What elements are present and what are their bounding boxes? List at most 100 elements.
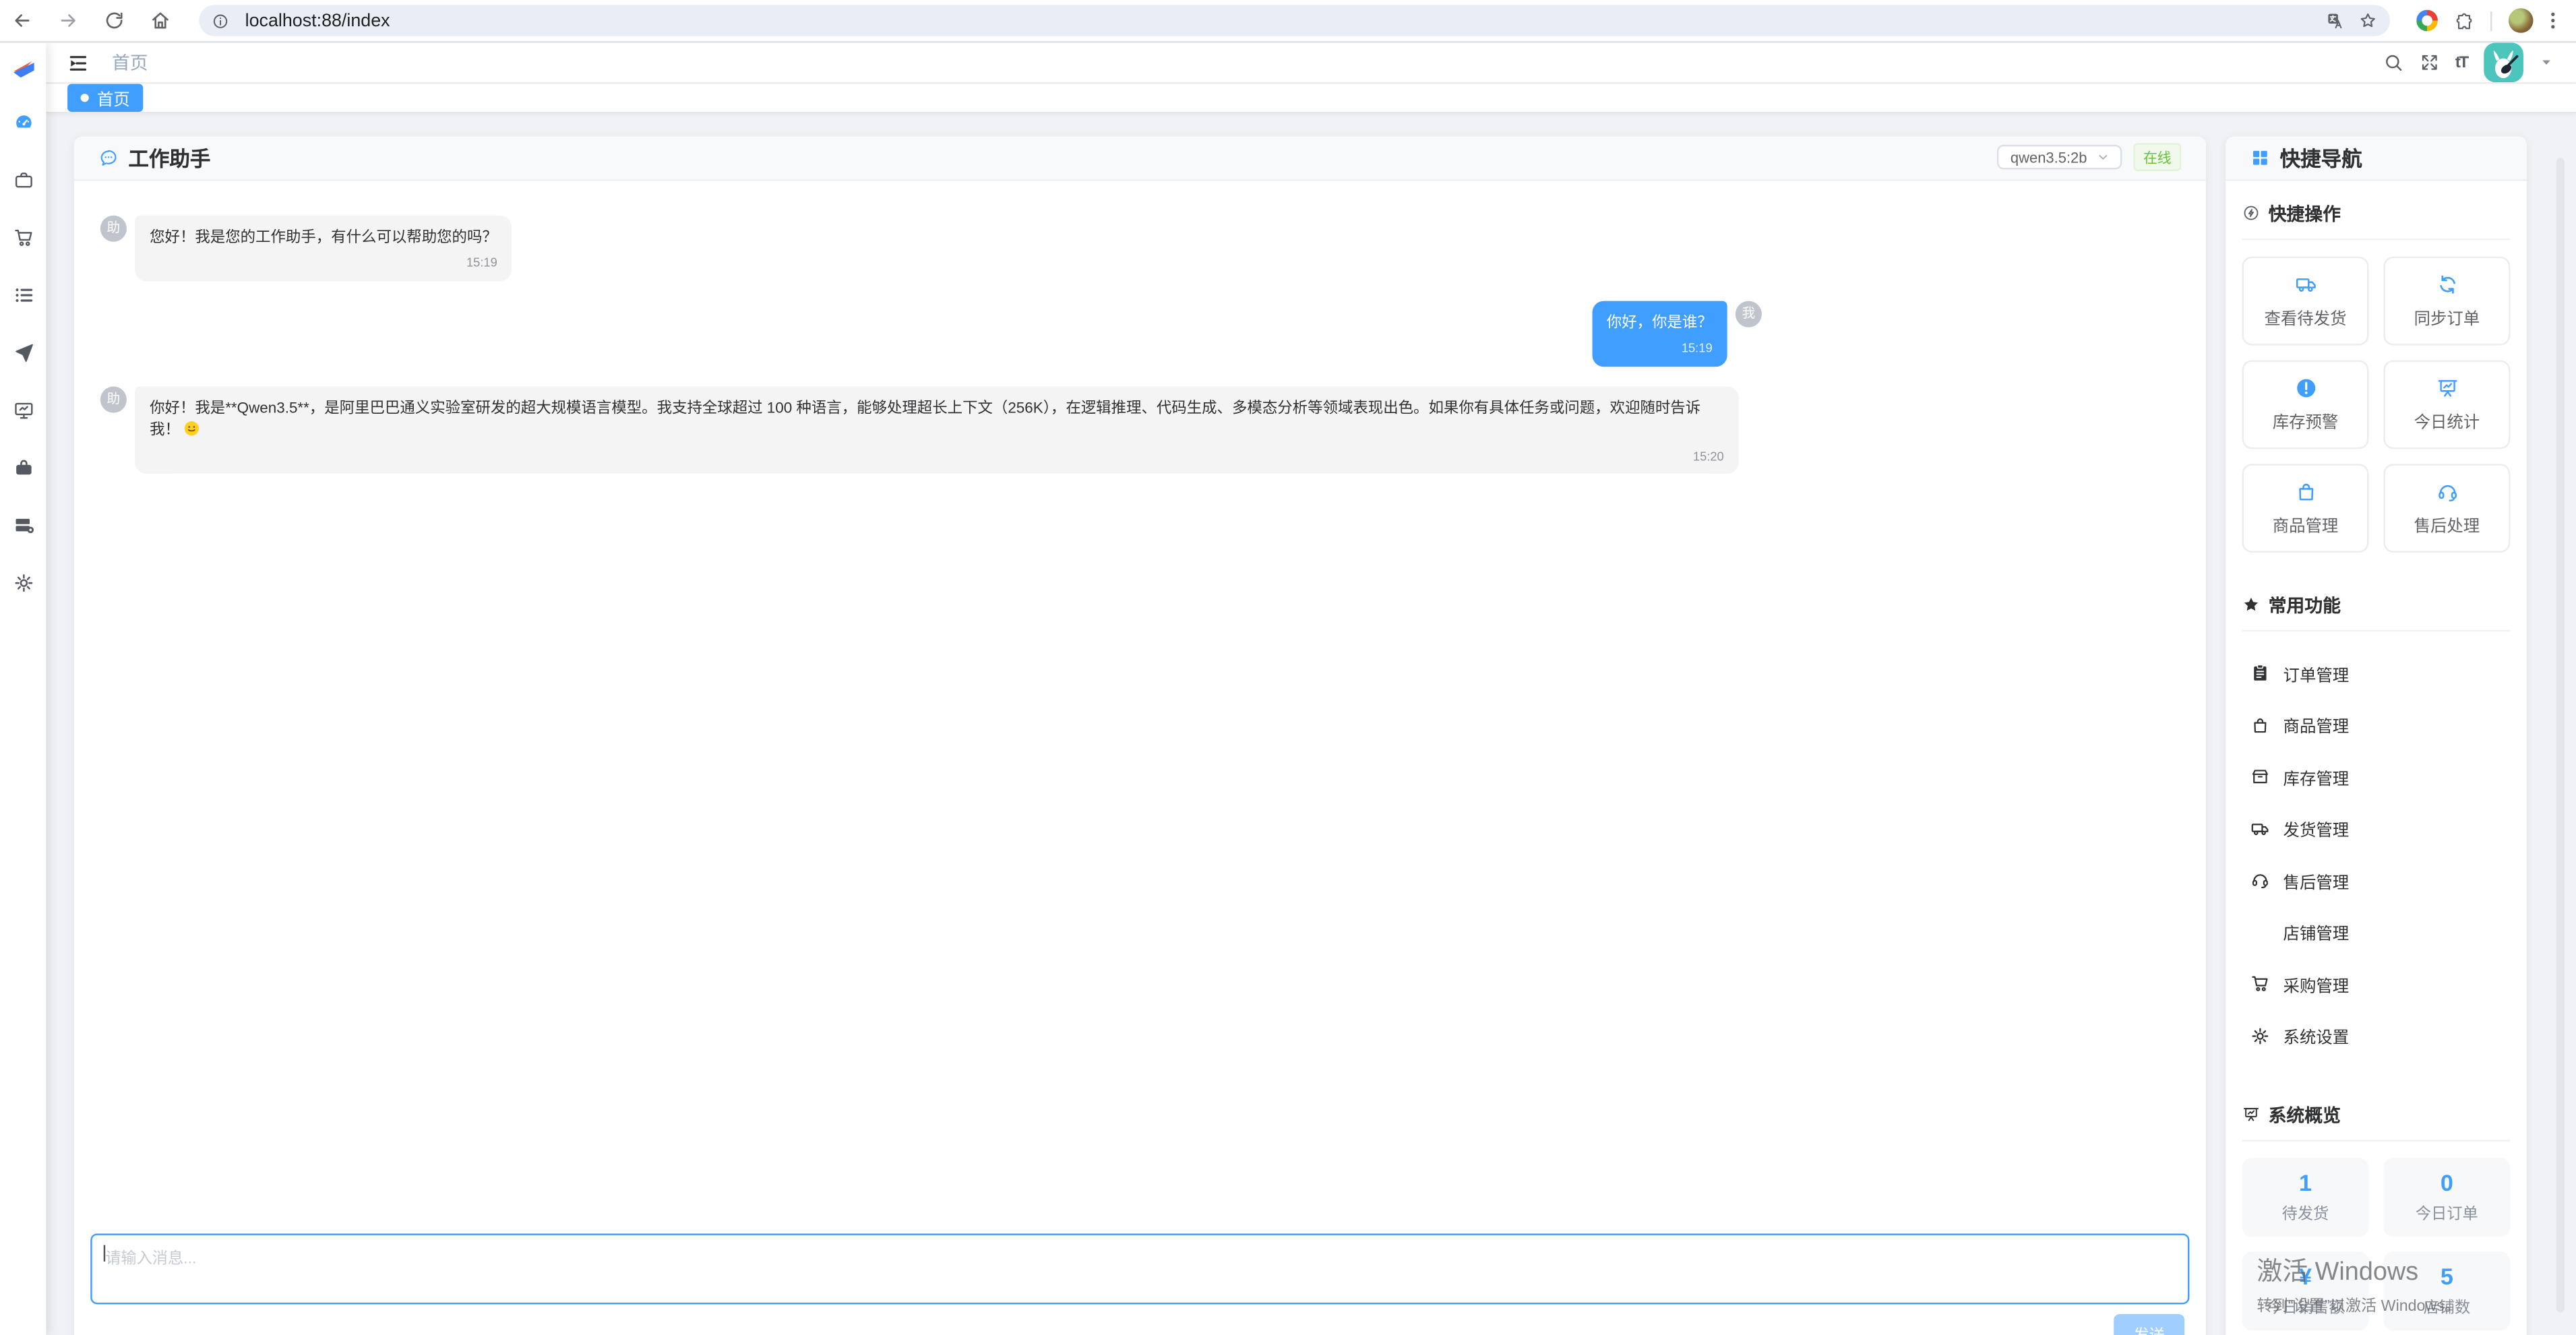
stat-label: 今日销售额: [2266, 1295, 2344, 1317]
logo-icon: [9, 57, 36, 82]
menu-item[interactable]: 库存管理: [2242, 751, 2511, 803]
profile-avatar[interactable]: [2509, 8, 2534, 33]
app-header: 首页 tT: [46, 42, 2576, 84]
quick-action-card[interactable]: 商品管理: [2242, 463, 2369, 552]
section-title: 快捷操作: [2269, 200, 2341, 226]
server-icon[interactable]: [12, 515, 34, 536]
list-icon[interactable]: [12, 284, 34, 306]
chat-title: 工作助手: [128, 142, 210, 173]
bookmark-star-icon[interactable]: [2359, 11, 2377, 30]
common-functions-section: 常用功能 订单管理商品管理库存管理发货管理售后管理店铺管理采购管理系统设置: [2242, 591, 2511, 1061]
caret-down-icon[interactable]: [2540, 56, 2553, 69]
stat-value: ¥: [2299, 1263, 2312, 1289]
menu-item-label: 店铺管理: [2283, 920, 2350, 945]
cart-icon: [2250, 974, 2270, 993]
board-icon: [2242, 1105, 2261, 1123]
cart-icon[interactable]: [12, 227, 34, 249]
text-caret: [104, 1244, 105, 1260]
back-icon[interactable]: [11, 10, 33, 32]
breadcrumb[interactable]: 首页: [112, 49, 148, 75]
menu-item[interactable]: 售后管理: [2242, 855, 2511, 906]
message-list[interactable]: 助您好！我是您的工作助手，有什么可以帮助您的吗？15:19我你好，你是谁？15:…: [74, 180, 2206, 1233]
chat-header: 工作助手 qwen3.5:2b 在线: [74, 135, 2206, 180]
quick-action-label: 售后处理: [2414, 511, 2480, 536]
menu-item[interactable]: 发货管理: [2242, 803, 2511, 855]
info-icon[interactable]: [212, 12, 228, 28]
menu-item[interactable]: 系统设置: [2242, 1010, 2511, 1062]
menu-item-label: 订单管理: [2283, 661, 2350, 686]
stat-card: 1待发货: [2242, 1157, 2369, 1236]
tab-bar: 首页: [46, 84, 2576, 113]
message-time: 15:19: [150, 254, 497, 272]
sync-icon: [2435, 272, 2458, 295]
lightning-icon: [2242, 204, 2261, 222]
quick-action-card[interactable]: 同步订单: [2383, 256, 2510, 345]
quick-action-card[interactable]: 库存预警: [2242, 359, 2369, 448]
plane-icon[interactable]: [12, 342, 34, 364]
monitor-icon[interactable]: [12, 400, 34, 421]
alert-icon: [2294, 376, 2317, 399]
model-select[interactable]: qwen3.5:2b: [1997, 145, 2122, 170]
divider: [2490, 11, 2492, 30]
quick-action-card[interactable]: 售后处理: [2383, 463, 2510, 552]
message-row-assistant: 助你好！我是**Qwen3.5**，是阿里巴巴通义实验室研发的超大规模语言模型。…: [100, 386, 1762, 474]
url-text[interactable]: localhost:88/index: [245, 11, 390, 30]
menu-item[interactable]: 商品管理: [2242, 699, 2511, 751]
chevron-down-icon: [2097, 152, 2108, 163]
translate-icon[interactable]: [2326, 11, 2344, 30]
headset-icon: [2250, 871, 2270, 890]
tab-home[interactable]: 首页: [67, 84, 143, 111]
toolbox-icon[interactable]: [12, 457, 34, 478]
address-bar[interactable]: localhost:88/index: [199, 5, 2390, 36]
stat-value: 0: [2441, 1169, 2453, 1196]
menu-item-label: 库存管理: [2283, 764, 2350, 789]
quick-action-label: 今日统计: [2414, 407, 2480, 432]
send-button[interactable]: 发送: [2114, 1313, 2184, 1335]
dashboard-icon[interactable]: [12, 112, 34, 133]
stat-value: 1: [2299, 1169, 2312, 1196]
scrollbar-thumb[interactable]: [2556, 158, 2565, 1312]
quick-action-label: 库存预警: [2273, 407, 2339, 432]
left-sidebar: [0, 42, 46, 1335]
gear-icon[interactable]: [12, 572, 34, 594]
menu-item-label: 商品管理: [2283, 712, 2350, 737]
text-size-icon[interactable]: tT: [2455, 53, 2467, 71]
stat-label: 今日订单: [2416, 1201, 2478, 1224]
message-time: 15:19: [1607, 340, 1713, 358]
sidebar-toggle-icon[interactable]: [67, 52, 89, 73]
menu-item-label: 发货管理: [2283, 816, 2350, 841]
chat-bubble-icon: [98, 147, 118, 166]
search-icon[interactable]: [2383, 53, 2402, 72]
quick-action-card[interactable]: 查看待发货: [2242, 256, 2369, 345]
stat-value: 5: [2441, 1263, 2453, 1289]
puzzle-extensions-icon[interactable]: [2454, 11, 2474, 30]
quick-action-card[interactable]: 今日统计: [2383, 359, 2510, 448]
home-icon[interactable]: [150, 10, 171, 32]
headset-icon: [2435, 479, 2458, 502]
fullscreen-icon[interactable]: [2419, 53, 2439, 72]
icon-placeholder: [2250, 923, 2270, 942]
user-avatar[interactable]: [2484, 42, 2523, 82]
quick-actions-section: 快捷操作 查看待发货同步订单库存预警 今日统计商品管理售后处理: [2242, 200, 2511, 552]
kebab-menu-icon[interactable]: [2550, 10, 2556, 32]
extension-ring-icon[interactable]: [2416, 10, 2438, 32]
menu-item[interactable]: 采购管理: [2242, 958, 2511, 1010]
stat-card: ¥ 今日销售额: [2242, 1251, 2369, 1330]
menu-item[interactable]: 订单管理: [2242, 647, 2511, 699]
page-content: 工作助手 qwen3.5:2b 在线 助您好！我是您的工作助手，有什么可以帮助您…: [46, 113, 2576, 1335]
reload-icon[interactable]: [104, 10, 125, 32]
briefcase-icon[interactable]: [12, 169, 34, 191]
message-row-assistant: 助您好！我是您的工作助手，有什么可以帮助您的吗？15:19: [100, 214, 1762, 280]
section-title: 常用功能: [2269, 591, 2341, 617]
forward-icon[interactable]: [57, 10, 79, 32]
board-icon: [2435, 376, 2458, 399]
quick-nav-header: 快捷导航: [2226, 135, 2527, 180]
message-input[interactable]: [90, 1233, 2189, 1303]
truck-icon: [2250, 819, 2270, 838]
model-select-value: qwen3.5:2b: [2011, 149, 2087, 165]
menu-item[interactable]: 店铺管理: [2242, 906, 2511, 958]
bag-icon: [2250, 715, 2270, 735]
section-title: 系统概览: [2269, 1101, 2341, 1127]
menu-item-label: 采购管理: [2283, 972, 2350, 997]
stat-card: 5店铺数: [2383, 1251, 2510, 1330]
